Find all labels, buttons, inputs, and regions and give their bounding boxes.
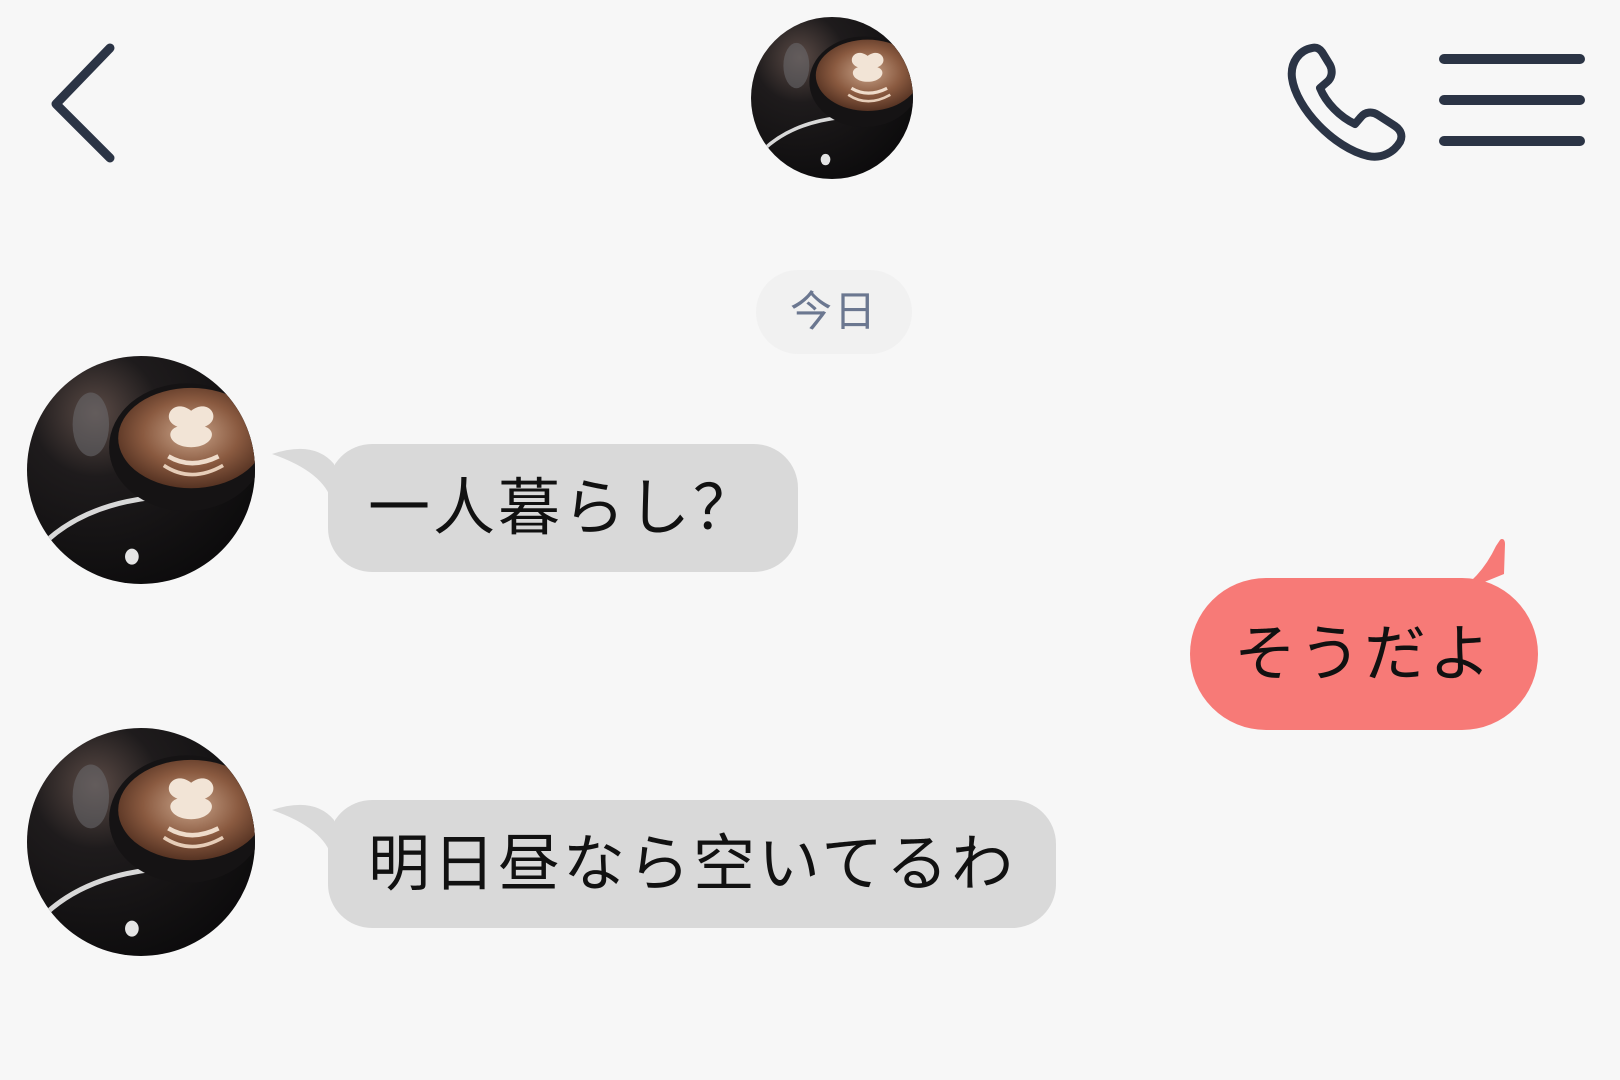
date-divider: 今日	[756, 270, 912, 354]
chevron-left-icon	[51, 43, 115, 163]
sender-avatar[interactable]	[27, 356, 255, 584]
message-text: 明日昼なら空いてるわ	[368, 827, 1017, 900]
phone-icon	[1287, 43, 1406, 161]
latte-art-photo	[27, 356, 255, 584]
contact-avatar[interactable]	[751, 17, 913, 179]
latte-art-photo	[751, 17, 913, 179]
menu-button[interactable]	[1438, 45, 1586, 155]
message-text: 一人暮らし？	[368, 471, 759, 544]
call-button[interactable]	[1282, 38, 1414, 168]
message-bubble-outgoing[interactable]: そうだよ	[1190, 578, 1539, 730]
sender-avatar[interactable]	[27, 728, 255, 956]
latte-art-photo	[27, 728, 255, 956]
hamburger-menu-icon	[1439, 54, 1585, 146]
back-button[interactable]	[40, 38, 130, 168]
message-bubble-incoming[interactable]: 明日昼なら空いてるわ	[328, 800, 1057, 928]
chat-screen: 今日 一人暮らし？ そうだよ 明日昼なら空いてるわ	[0, 0, 1620, 1080]
message-text: そうだよ	[1234, 617, 1495, 690]
message-bubble-incoming[interactable]: 一人暮らし？	[328, 444, 799, 572]
